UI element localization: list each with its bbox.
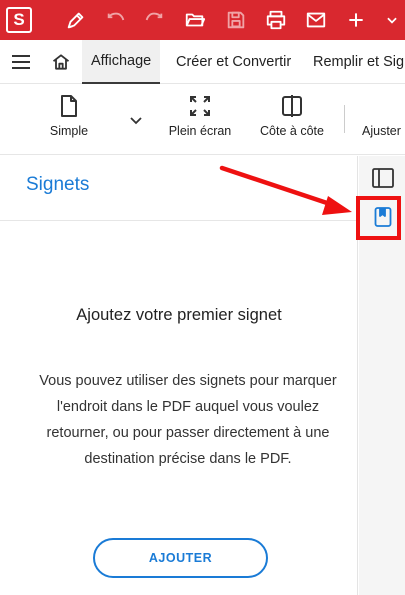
app-logo: S — [6, 7, 32, 33]
tab-remplir-label: Remplir et Signer — [313, 54, 405, 70]
toolbar-divider — [344, 85, 345, 155]
side-by-side-button[interactable]: Côte à côte — [254, 85, 330, 155]
fullscreen-button[interactable]: Plein écran — [164, 85, 236, 155]
fullscreen-label: Plein écran — [168, 124, 232, 138]
panel-divider — [0, 220, 358, 221]
panel-toggle-icon[interactable] — [369, 164, 397, 192]
tab-creer-label: Créer et Convertir — [176, 54, 292, 70]
undo-icon[interactable] — [102, 0, 130, 40]
simple-label: Simple — [49, 124, 89, 138]
save-icon[interactable] — [222, 0, 250, 40]
panel-title: Signets — [26, 174, 90, 195]
empty-state-description: Vous pouvez utiliser des signets pour ma… — [39, 373, 337, 467]
fit-label: Ajuster — [362, 124, 401, 138]
plus-icon[interactable] — [342, 0, 370, 40]
print-icon[interactable] — [262, 0, 290, 40]
tab-affichage[interactable]: Affichage — [82, 40, 161, 84]
home-icon[interactable] — [48, 40, 74, 84]
simple-dropdown-button[interactable] — [126, 85, 146, 155]
pen-icon[interactable] — [62, 0, 90, 40]
chevron-down-icon — [130, 113, 142, 131]
mail-icon[interactable] — [302, 0, 330, 40]
menu-bar: Affichage Créer et Convertir Remplir et … — [0, 40, 405, 84]
empty-state-title: Ajoutez votre premier signet — [76, 306, 282, 324]
hamburger-menu-icon[interactable] — [8, 40, 34, 84]
side-by-side-label: Côte à côte — [260, 124, 324, 138]
annotation-highlight-box — [356, 196, 401, 240]
simple-view-button[interactable]: Simple — [40, 85, 98, 155]
fullscreen-icon — [189, 95, 211, 122]
logo-letter: S — [13, 10, 25, 29]
folder-icon[interactable] — [181, 0, 209, 40]
chevron-down-icon[interactable] — [381, 0, 403, 40]
page-icon — [59, 95, 79, 122]
tab-remplir-et-signer[interactable]: Remplir et Signer — [313, 40, 405, 84]
fit-button[interactable]: Ajuster — [362, 85, 405, 155]
tab-affichage-label: Affichage — [91, 53, 152, 69]
redo-icon[interactable] — [140, 0, 168, 40]
view-toolbar: Simple Plein écran Côte à côte Ajuster — [0, 85, 405, 155]
add-bookmark-button[interactable]: AJOUTER — [93, 538, 268, 578]
side-by-side-icon — [281, 95, 303, 122]
bookmarks-panel: Signets Ajoutez votre premier signet Vou… — [0, 156, 358, 595]
tab-creer-et-convertir[interactable]: Créer et Convertir — [176, 40, 291, 84]
title-bar: S — [0, 0, 405, 40]
